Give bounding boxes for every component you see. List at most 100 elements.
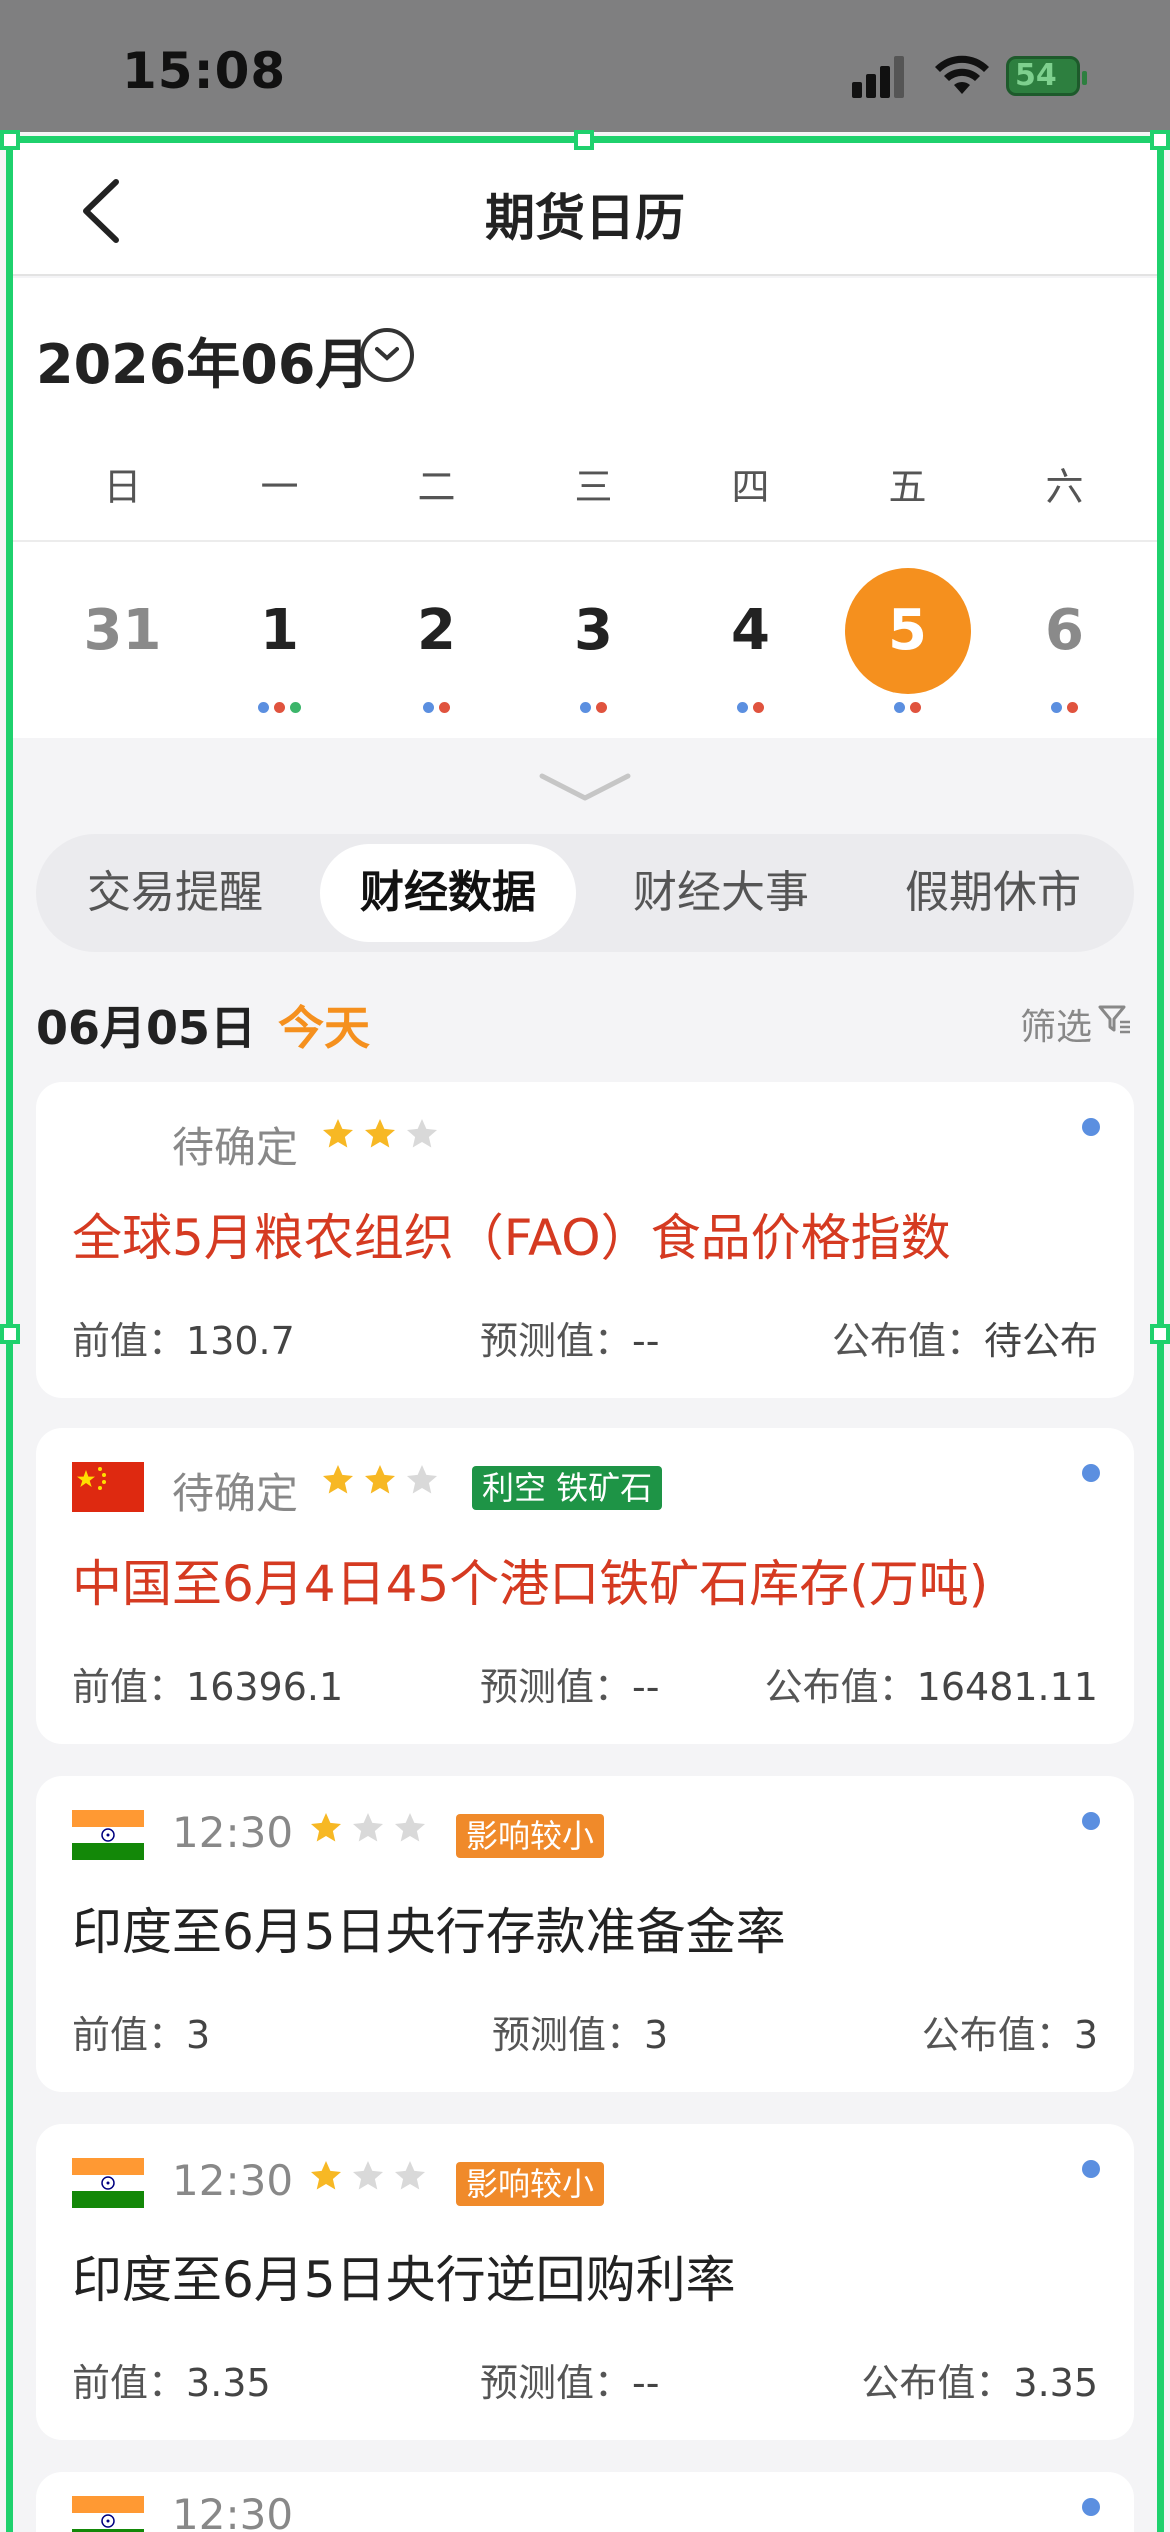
impact-tag: 利空 铁矿石 <box>472 1466 663 1510</box>
star-icon <box>392 1810 428 1858</box>
india-flag-icon <box>72 1810 144 1860</box>
filter-icon[interactable] <box>1098 1004 1132 1034</box>
unread-dot <box>1082 2160 1100 2178</box>
forecast-label: 预测值： <box>480 1319 633 1363</box>
star-icon <box>404 1116 440 1164</box>
event-time: 12:30 <box>172 2490 294 2532</box>
wifi-icon <box>935 55 989 94</box>
event-dot <box>273 702 285 713</box>
nav-bar: 期货日历 <box>10 140 1160 276</box>
actual-label: 公布值： <box>831 1319 984 1363</box>
previous-number: 130.7 <box>186 1319 295 1363</box>
forecast-label: 预测值： <box>480 2361 633 2405</box>
event-dot <box>909 702 921 713</box>
event-card[interactable]: 待确定 利空 铁矿石 中国至6月4日45个港口铁矿石库存(万吨) 前值：16396.1… <box>36 1428 1134 1744</box>
star-icon <box>320 1116 356 1164</box>
today-label: 今天 <box>278 1001 370 1055</box>
day-number: 31 <box>83 598 162 663</box>
actual-number: 3.35 <box>1013 2361 1098 2405</box>
forecast-value: 预测值：-- <box>480 1656 659 1711</box>
date-row: 31 1 2 3 4 5 6 <box>10 556 1160 726</box>
weekday-label: 三 <box>574 465 613 509</box>
day-number: 6 <box>1045 598 1084 663</box>
event-title: 印度至6月5日央行存款准备金率 <box>72 1903 786 1961</box>
tab-economic-events[interactable]: 财经大事 <box>596 844 846 942</box>
event-time: 待确定 <box>172 1469 299 1518</box>
importance-stars <box>308 1810 428 1858</box>
event-card[interactable]: 12:30 影响较小 印度至6月5日央行存款准备金率 前值：3 预测值：3 公布值：3 <box>36 1776 1134 2092</box>
unread-dot <box>1082 1464 1100 1482</box>
month-picker-chevron-icon[interactable] <box>360 328 414 382</box>
calendar-day[interactable]: 1 <box>201 556 358 726</box>
unread-dot <box>1082 1812 1100 1830</box>
actual-number: 3 <box>1073 2013 1098 2057</box>
collapse-calendar-chevron-icon[interactable] <box>538 770 632 806</box>
event-time: 12:30 <box>172 1808 294 1857</box>
actual-value: 公布值：3 <box>922 2004 1098 2059</box>
star-icon <box>392 2158 428 2206</box>
selected-day-number: 5 <box>844 568 971 694</box>
event-dots <box>893 702 921 714</box>
star-icon <box>362 1462 398 1510</box>
event-card-partial[interactable]: 12:30 <box>36 2472 1134 2532</box>
importance-stars <box>320 1116 440 1164</box>
calendar-day[interactable]: 3 <box>515 556 672 726</box>
importance-stars <box>320 1462 440 1510</box>
event-dot <box>289 702 301 713</box>
calendar-day[interactable]: 4 <box>672 556 829 726</box>
weekday-label: 五 <box>888 465 927 509</box>
battery-icon: 54 <box>1006 56 1087 96</box>
calendar-day[interactable]: 5 <box>829 556 986 726</box>
star-icon <box>308 1810 344 1858</box>
tab-economic-data[interactable]: 财经数据 <box>320 844 576 942</box>
event-title: 中国至6月4日45个港口铁矿石库存(万吨) <box>72 1555 989 1613</box>
calendar-day[interactable]: 6 <box>986 556 1143 726</box>
event-dots <box>422 702 450 714</box>
forecast-number: 3 <box>644 2013 669 2057</box>
importance-stars <box>308 2158 428 2206</box>
forecast-number: -- <box>632 1665 660 1709</box>
previous-value: 前值：3.35 <box>72 2352 271 2407</box>
event-dot <box>736 702 748 713</box>
filter-button[interactable]: 筛选 <box>1020 998 1092 1050</box>
calendar-day[interactable]: 31 <box>44 556 201 726</box>
event-card[interactable]: 12:30 影响较小 印度至6月5日央行逆回购利率 前值：3.35 预测值：-- 公布值：… <box>36 2124 1134 2440</box>
event-dot <box>257 702 269 713</box>
tab-holiday-closures[interactable]: 假期休市 <box>868 844 1118 942</box>
weekday-label: 日 <box>103 465 142 509</box>
actual-label: 公布值： <box>861 2361 1014 2405</box>
star-icon <box>362 1116 398 1164</box>
unread-dot <box>1082 1118 1100 1136</box>
resize-handle[interactable] <box>1150 130 1170 150</box>
previous-number: 3.35 <box>186 2361 271 2405</box>
day-number: 1 <box>260 598 299 663</box>
actual-value: 公布值：3.35 <box>861 2352 1098 2407</box>
calendar-day[interactable]: 2 <box>358 556 515 726</box>
actual-number: 16481.11 <box>916 1665 1098 1709</box>
resize-handle[interactable] <box>1150 1324 1170 1344</box>
previous-value: 前值：130.7 <box>72 1310 295 1365</box>
actual-label: 公布值： <box>764 1665 917 1709</box>
weekday-label: 六 <box>1045 465 1084 509</box>
event-dots <box>736 702 764 714</box>
month-label[interactable]: 2026年06月 <box>36 320 369 399</box>
china-flag-icon <box>72 1462 144 1512</box>
tab-trade-reminders[interactable]: 交易提醒 <box>50 844 300 942</box>
actual-value: 公布值：16481.11 <box>765 1656 1098 1711</box>
actual-number: 待公布 <box>983 1319 1098 1363</box>
event-title: 全球5月粮农组织（FAO）食品价格指数 <box>72 1209 951 1267</box>
weekday-label: 四 <box>731 465 770 509</box>
weekday-row: 日 一 二 三 四 五 六 <box>10 456 1160 516</box>
star-icon <box>350 1810 386 1858</box>
calendar: 2026年06月 日 一 二 三 四 五 六 31 1 2 3 4 5 6 <box>10 278 1160 738</box>
resize-handle[interactable] <box>0 1324 20 1344</box>
resize-handle[interactable] <box>574 130 594 150</box>
signal-icon <box>852 56 912 98</box>
star-icon <box>308 2158 344 2206</box>
impact-tag: 影响较小 <box>456 2162 605 2206</box>
event-card[interactable]: 待确定 全球5月粮农组织（FAO）食品价格指数 前值：130.7 预测值：-- 公布值：… <box>36 1082 1134 1398</box>
actual-value: 公布值：待公布 <box>832 1310 1098 1365</box>
event-values: 前值：130.7 预测值：-- 公布值：待公布 <box>72 1310 1098 1363</box>
resize-handle[interactable] <box>0 130 20 150</box>
event-time: 12:30 <box>172 2156 294 2205</box>
